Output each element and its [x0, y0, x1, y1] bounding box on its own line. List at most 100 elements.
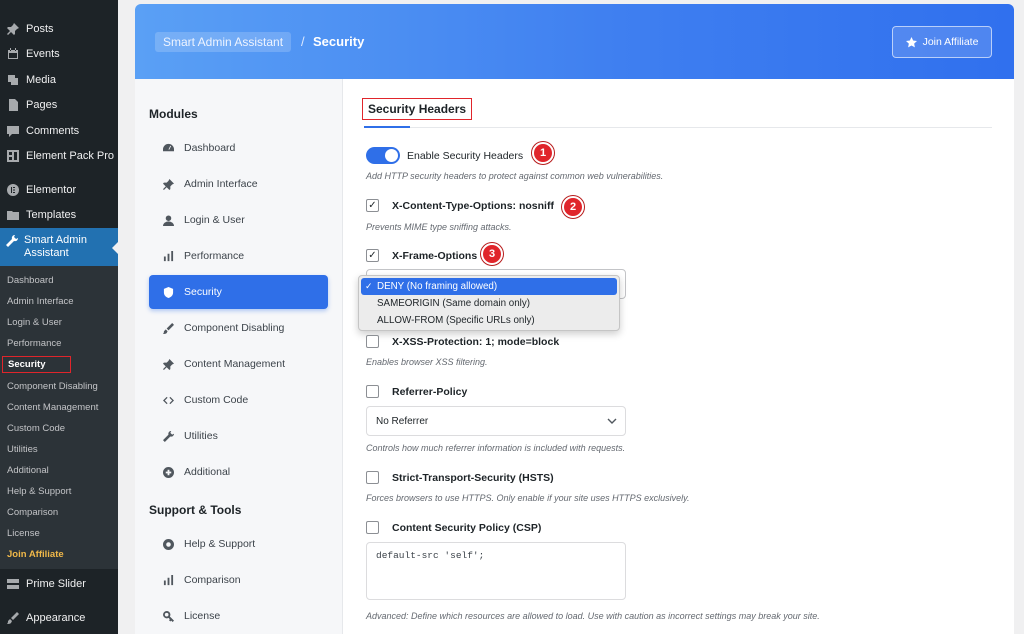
wrench-icon — [6, 234, 18, 248]
module-license[interactable]: License — [149, 599, 328, 633]
wrench-icon — [162, 430, 174, 442]
wp-submenu: Dashboard Admin Interface Login & User P… — [0, 266, 118, 570]
module-additional[interactable]: Additional — [149, 455, 328, 489]
module-login-user[interactable]: Login & User — [149, 203, 328, 237]
module-label: License — [184, 610, 221, 622]
module-label: Component Disabling — [184, 322, 285, 334]
wp-sub-login-user[interactable]: Login & User — [0, 312, 118, 333]
wp-menu-media[interactable]: Media — [0, 67, 118, 93]
xcto-label: X-Content-Type-Options: nosniff — [392, 200, 554, 212]
wp-sub-utilities[interactable]: Utilities — [0, 439, 118, 460]
xcto-checkbox[interactable]: ✓ — [366, 199, 379, 212]
annotation-highlight: Security — [2, 356, 71, 374]
referrer-policy-checkbox[interactable] — [366, 385, 379, 398]
breadcrumb-root[interactable]: Smart Admin Assistant — [155, 32, 292, 52]
xfo-dropdown-list: ✓ DENY (No framing allowed) SAMEORIGIN (S… — [358, 275, 620, 331]
option-label: ALLOW-FROM (Specific URLs only) — [377, 315, 535, 326]
module-security[interactable]: Security — [149, 275, 328, 309]
module-label: Help & Support — [184, 538, 256, 550]
wp-sub-additional[interactable]: Additional — [0, 460, 118, 481]
wp-sub-join-affiliate[interactable]: Join Affiliate — [0, 544, 118, 565]
check-icon: ✓ — [365, 281, 373, 291]
wp-menu-templates[interactable]: Templates — [0, 203, 118, 229]
slider-icon — [6, 577, 20, 591]
breadcrumb-separator: / — [301, 34, 305, 49]
enable-security-headers-toggle[interactable] — [366, 147, 400, 164]
page-icon — [6, 98, 20, 112]
wp-menu-element-pack[interactable]: Element Pack Pro — [0, 144, 118, 170]
csp-textarea[interactable]: default-src 'self'; — [366, 542, 626, 600]
wp-sub-component-disabling[interactable]: Component Disabling — [0, 375, 118, 396]
module-label: Login & User — [184, 214, 245, 226]
annotation-badge-1: 1 — [532, 142, 554, 164]
enable-security-headers-label: Enable Security Headers — [407, 150, 524, 162]
wp-menu-pages[interactable]: Pages — [0, 93, 118, 119]
comment-icon — [6, 124, 20, 138]
plugin-header: Smart Admin Assistant / Security Join Af… — [135, 4, 1014, 79]
wp-menu-label: Templates — [26, 209, 77, 222]
annotation-badge-2: 2 — [562, 196, 584, 218]
module-label: Comparison — [184, 574, 241, 586]
user-icon — [162, 214, 174, 226]
xfo-option-allow-from[interactable]: ALLOW-FROM (Specific URLs only) — [361, 312, 617, 329]
wp-menu-label: Pages — [26, 99, 58, 112]
module-label: Content Management — [184, 358, 285, 370]
code-icon — [162, 394, 174, 406]
module-label: Security — [184, 286, 222, 298]
pin-icon — [162, 358, 174, 370]
wp-menu-events[interactable]: Events — [0, 42, 118, 68]
xfo-option-sameorigin[interactable]: SAMEORIGIN (Same domain only) — [361, 295, 617, 312]
wp-sub-help-support[interactable]: Help & Support — [0, 481, 118, 502]
xfo-checkbox[interactable]: ✓ — [366, 249, 379, 262]
join-affiliate-label: Join Affiliate — [922, 36, 979, 48]
wp-sub-license[interactable]: License — [0, 523, 118, 544]
star-icon — [905, 36, 917, 47]
wp-sub-performance[interactable]: Performance — [0, 333, 118, 354]
modules-sidebar: Modules Dashboard Admin Interface Login … — [135, 79, 343, 634]
wp-admin-sidebar: Posts Events Media Pages Comments Elemen… — [0, 0, 118, 634]
wp-menu-elementor[interactable]: Elementor — [0, 177, 118, 203]
module-content-management[interactable]: Content Management — [149, 347, 328, 381]
wp-sub-custom-code[interactable]: Custom Code — [0, 418, 118, 439]
module-performance[interactable]: Performance — [149, 239, 328, 273]
option-label: DENY (No framing allowed) — [377, 281, 498, 292]
wp-menu-label: Comments — [26, 124, 80, 137]
module-comparison[interactable]: Comparison — [149, 563, 328, 597]
media-icon — [6, 73, 20, 87]
csp-label: Content Security Policy (CSP) — [392, 522, 542, 534]
wp-sub-dashboard[interactable]: Dashboard — [0, 270, 118, 291]
shield-icon — [162, 286, 174, 298]
xfo-option-deny[interactable]: ✓ DENY (No framing allowed) — [361, 278, 617, 295]
referrer-policy-value: No Referrer — [376, 415, 429, 427]
wp-menu-comments[interactable]: Comments — [0, 118, 118, 144]
module-admin-interface[interactable]: Admin Interface — [149, 167, 328, 201]
wp-menu-posts[interactable]: Posts — [0, 16, 118, 42]
csp-checkbox[interactable] — [366, 521, 379, 534]
module-label: Admin Interface — [184, 178, 258, 190]
module-label: Utilities — [184, 430, 218, 442]
module-custom-code[interactable]: Custom Code — [149, 383, 328, 417]
security-headers-panel: Security Headers Enable Security Headers… — [358, 79, 992, 634]
performance-icon — [162, 250, 174, 262]
referrer-policy-select[interactable]: No Referrer — [366, 406, 626, 436]
module-component-disabling[interactable]: Component Disabling — [149, 311, 328, 345]
wp-sub-comparison[interactable]: Comparison — [0, 502, 118, 523]
wp-sub-admin-interface[interactable]: Admin Interface — [0, 291, 118, 312]
wp-menu-smart-admin-assistant[interactable]: Smart Admin Assistant — [0, 228, 118, 266]
module-help-support[interactable]: Help & Support — [149, 527, 328, 561]
plugin-content: Modules Dashboard Admin Interface Login … — [135, 79, 1014, 634]
module-utilities[interactable]: Utilities — [149, 419, 328, 453]
hsts-checkbox[interactable] — [366, 471, 379, 484]
module-dashboard[interactable]: Dashboard — [149, 131, 328, 165]
panel-divider — [364, 127, 992, 128]
join-affiliate-button[interactable]: Join Affiliate — [892, 26, 992, 58]
wp-menu-label: Events — [26, 48, 60, 61]
xcto-desc: Prevents MIME type sniffing attacks. — [366, 222, 512, 232]
xss-checkbox[interactable] — [366, 335, 379, 348]
wp-menu-label: Appearance — [26, 611, 86, 624]
wp-sub-content-management[interactable]: Content Management — [0, 397, 118, 418]
wp-sub-security[interactable]: Security — [0, 354, 118, 375]
wp-menu-prime-slider[interactable]: Prime Slider — [0, 571, 118, 597]
wp-menu-appearance[interactable]: Appearance — [0, 605, 118, 631]
referrer-policy-desc: Controls how much referrer information i… — [366, 443, 626, 453]
